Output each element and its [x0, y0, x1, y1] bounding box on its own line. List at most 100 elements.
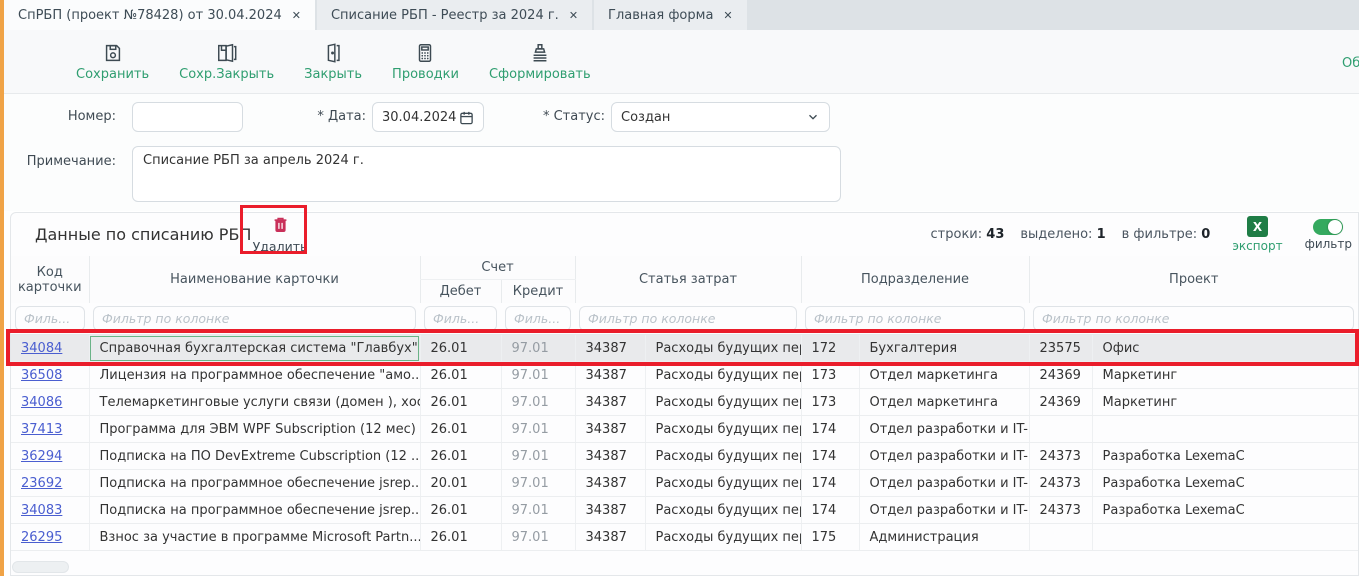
cost-item-name-cell[interactable]: Расходы будущих периодов: [645, 335, 801, 362]
debit-cell[interactable]: 20.01: [420, 470, 501, 497]
card-code-link[interactable]: 34083: [21, 503, 62, 518]
number-input[interactable]: [132, 102, 243, 132]
cost-item-name-cell[interactable]: Расходы будущих периодов: [645, 443, 801, 470]
project-name-cell[interactable]: Разработка LexemaC: [1092, 497, 1358, 524]
department-name-cell[interactable]: Отдел разработки и IT-консал...: [859, 416, 1029, 443]
credit-cell[interactable]: 97.01: [501, 443, 575, 470]
cost-item-name-cell[interactable]: Расходы будущих периодов: [645, 470, 801, 497]
department-name-cell[interactable]: Администрация: [859, 524, 1029, 551]
cost-item-code-cell[interactable]: 34387: [575, 470, 645, 497]
project-code-cell[interactable]: 24373: [1029, 443, 1092, 470]
project-name-cell[interactable]: Офис: [1092, 335, 1358, 362]
credit-cell[interactable]: 97.01: [501, 362, 575, 389]
note-textarea[interactable]: Списание РБП за апрель 2024 г.: [132, 146, 841, 202]
credit-cell[interactable]: 97.01: [501, 389, 575, 416]
cost-item-name-cell[interactable]: Расходы будущих периодов: [645, 362, 801, 389]
card-name-cell[interactable]: Телемаркетинговые услуги связи (домен ),…: [89, 389, 420, 416]
tab-sprbp-document[interactable]: СпРБП (проект №78428) от 30.04.2024 ✕: [4, 0, 315, 30]
date-input[interactable]: 30.04.2024: [372, 102, 484, 132]
filter-credit-input[interactable]: [505, 306, 571, 331]
project-code-cell[interactable]: 24369: [1029, 362, 1092, 389]
project-name-cell[interactable]: [1092, 524, 1358, 551]
filter-cost-item-input[interactable]: [579, 306, 797, 331]
department-code-cell[interactable]: 172: [801, 335, 859, 362]
card-code-link[interactable]: 36508: [21, 368, 62, 383]
project-code-cell[interactable]: 24369: [1029, 389, 1092, 416]
card-code-link[interactable]: 34086: [21, 395, 62, 410]
toggle-on-icon[interactable]: [1313, 219, 1343, 235]
project-code-cell[interactable]: [1029, 524, 1092, 551]
status-select[interactable]: Создан: [611, 102, 830, 132]
department-code-cell[interactable]: 174: [801, 470, 859, 497]
project-code-cell[interactable]: 23575: [1029, 335, 1092, 362]
card-name-cell[interactable]: Взнос за участие в программе Microsoft P…: [89, 524, 420, 551]
credit-cell[interactable]: 97.01: [501, 524, 575, 551]
cost-item-code-cell[interactable]: 34387: [575, 389, 645, 416]
export-excel-button[interactable]: X экспорт: [1232, 216, 1282, 253]
project-code-cell[interactable]: [1029, 416, 1092, 443]
department-code-cell[interactable]: 173: [801, 389, 859, 416]
cost-item-name-cell[interactable]: Расходы будущих периодов: [645, 524, 801, 551]
project-name-cell[interactable]: Разработка LexemaC: [1092, 470, 1358, 497]
debit-cell[interactable]: 26.01: [420, 362, 501, 389]
cost-item-code-cell[interactable]: 34387: [575, 524, 645, 551]
table-row[interactable]: 37413 Программа для ЭВМ WPF Subscription…: [11, 416, 1358, 443]
card-name-cell[interactable]: Лицензия на программное обеспечение "амо…: [89, 362, 420, 389]
save-button[interactable]: Сохранить: [76, 42, 149, 82]
card-code-link[interactable]: 37413: [21, 422, 62, 437]
card-code-link[interactable]: 26295: [21, 530, 62, 545]
department-code-cell[interactable]: 174: [801, 443, 859, 470]
department-name-cell[interactable]: Отдел маркетинга: [859, 362, 1029, 389]
project-name-cell[interactable]: [1092, 416, 1358, 443]
department-name-cell[interactable]: Отдел разработки и IT-консал...: [859, 470, 1029, 497]
header-department[interactable]: Подразделение: [801, 256, 1029, 303]
card-name-cell[interactable]: Подписка на ПО DevExtreme Cubscription (…: [89, 443, 420, 470]
credit-cell[interactable]: 97.01: [501, 497, 575, 524]
department-code-cell[interactable]: 173: [801, 362, 859, 389]
project-name-cell[interactable]: Маркетинг: [1092, 389, 1358, 416]
table-row[interactable]: 34084 Справочная бухгалтерская система "…: [11, 335, 1358, 362]
header-cost-item[interactable]: Статья затрат: [575, 256, 801, 303]
cost-item-name-cell[interactable]: Расходы будущих периодов: [645, 497, 801, 524]
department-name-cell[interactable]: Отдел маркетинга: [859, 389, 1029, 416]
delete-row-button[interactable]: Удалить: [249, 215, 311, 254]
tab-main-form[interactable]: Главная форма ✕: [594, 0, 747, 30]
table-row[interactable]: 23692 Подписка на программное обеспечени…: [11, 470, 1358, 497]
table-row[interactable]: 36294 Подписка на ПО DevExtreme Cubscrip…: [11, 443, 1358, 470]
filter-debit-input[interactable]: [424, 306, 497, 331]
card-code-link[interactable]: 34084: [21, 341, 62, 356]
generate-button[interactable]: Сформировать: [489, 42, 591, 82]
table-row[interactable]: 36508 Лицензия на программное обеспечени…: [11, 362, 1358, 389]
cost-item-code-cell[interactable]: 34387: [575, 443, 645, 470]
header-card-code[interactable]: Код карточки: [11, 256, 89, 303]
card-name-cell[interactable]: Подписка на программное обеспечение jsre…: [89, 497, 420, 524]
department-name-cell[interactable]: Бухгалтерия: [859, 335, 1029, 362]
cost-item-name-cell[interactable]: Расходы будущих периодов: [645, 389, 801, 416]
debit-cell[interactable]: 26.01: [420, 497, 501, 524]
project-code-cell[interactable]: 24373: [1029, 497, 1092, 524]
close-button[interactable]: Закрыть: [304, 42, 362, 82]
save-close-button[interactable]: Сохр.Закрыть: [179, 42, 274, 82]
header-card-name[interactable]: Наименование карточки: [89, 256, 420, 303]
department-name-cell[interactable]: Отдел разработки и IT-консал...: [859, 443, 1029, 470]
card-name-cell[interactable]: Подписка на программное обеспечение jsre…: [89, 470, 420, 497]
close-icon[interactable]: ✕: [292, 9, 301, 22]
project-code-cell[interactable]: 24373: [1029, 470, 1092, 497]
filter-project-input[interactable]: [1033, 306, 1354, 331]
credit-cell[interactable]: 97.01: [501, 335, 575, 362]
department-name-cell[interactable]: Отдел разработки и IT-консал...: [859, 497, 1029, 524]
close-icon[interactable]: ✕: [723, 9, 732, 22]
debit-cell[interactable]: 26.01: [420, 524, 501, 551]
card-code-link[interactable]: 36294: [21, 449, 62, 464]
card-name-cell[interactable]: Программа для ЭВМ WPF Subscription (12 м…: [89, 416, 420, 443]
cost-item-name-cell[interactable]: Расходы будущих периодов: [645, 416, 801, 443]
filter-department-input[interactable]: [805, 306, 1025, 331]
calendar-icon[interactable]: [459, 110, 474, 125]
filter-toggle[interactable]: фильтр: [1305, 219, 1352, 251]
filter-card-code-input[interactable]: [15, 306, 85, 331]
credit-cell[interactable]: 97.01: [501, 416, 575, 443]
project-name-cell[interactable]: Разработка LexemaC: [1092, 443, 1358, 470]
filter-card-name-input[interactable]: [93, 306, 416, 331]
close-icon[interactable]: ✕: [569, 9, 578, 22]
department-code-cell[interactable]: 174: [801, 416, 859, 443]
